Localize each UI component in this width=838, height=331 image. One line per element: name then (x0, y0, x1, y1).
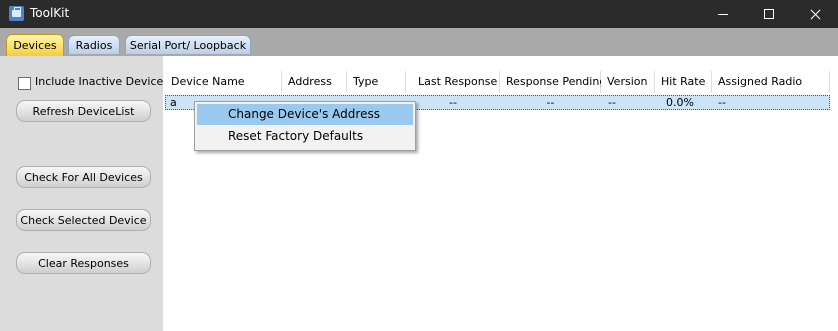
tab-radios[interactable]: Radios (68, 35, 120, 54)
column-header-device-name[interactable]: Device Name (165, 71, 282, 93)
column-header-type[interactable]: Type (347, 71, 406, 93)
check-all-devices-button[interactable]: Check For All Devices (16, 166, 151, 188)
context-menu: Change Device's Address Reset Factory De… (194, 101, 416, 151)
cell-assigned-radio: -- (718, 96, 726, 109)
column-header-address[interactable]: Address (282, 71, 347, 93)
column-header-hit-rate[interactable]: Hit Rate (655, 71, 712, 93)
menu-item-reset-factory-defaults[interactable]: Reset Factory Defaults (197, 126, 413, 147)
cell-device-name: a (170, 96, 177, 109)
tab-devices[interactable]: Devices (6, 34, 64, 56)
window-title: ToolKit (30, 6, 70, 20)
include-inactive-label[interactable]: Include Inactive Devices (35, 75, 169, 88)
left-panel (0, 56, 163, 331)
column-header-version[interactable]: Version (601, 71, 655, 93)
minimize-icon[interactable] (700, 0, 746, 28)
menu-item-change-address[interactable]: Change Device's Address (197, 104, 413, 125)
refresh-device-list-button[interactable]: Refresh DeviceList (16, 100, 151, 122)
title-bar: ToolKit (0, 0, 838, 28)
column-header-last-response[interactable]: Last Response (406, 71, 500, 93)
cell-hit-rate: 0.0% (666, 96, 694, 109)
tab-serial-port-loopback[interactable]: Serial Port/ Loopback (125, 35, 251, 54)
check-selected-device-button[interactable]: Check Selected Device (16, 209, 151, 231)
clear-responses-button[interactable]: Clear Responses (16, 252, 151, 274)
toolkit-app-icon (9, 6, 24, 21)
column-header-assigned-radio[interactable]: Assigned Radio (712, 71, 830, 93)
cell-version: -- (608, 96, 616, 109)
cell-last-response: -- (449, 96, 457, 109)
tab-bar: Devices Radios Serial Port/ Loopback (0, 28, 838, 56)
column-header-response-pending[interactable]: Response Pending (500, 71, 606, 93)
include-inactive-checkbox[interactable] (18, 77, 31, 90)
close-icon[interactable] (792, 0, 838, 28)
cell-response-pending: -- (546, 96, 555, 109)
maximize-icon[interactable] (746, 0, 792, 28)
